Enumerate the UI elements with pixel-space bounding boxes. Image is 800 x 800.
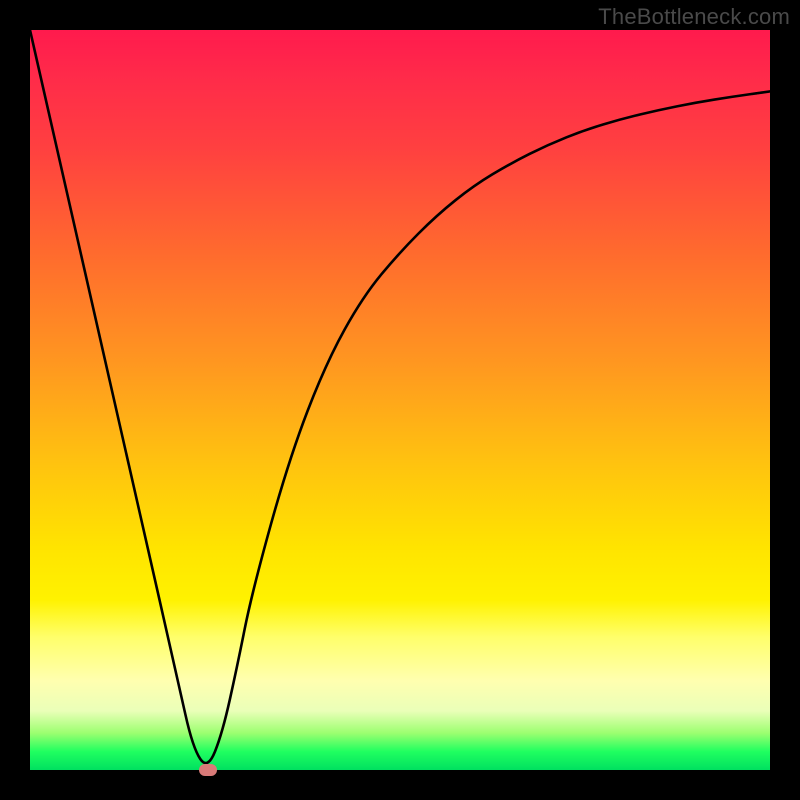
plot-area (30, 30, 770, 770)
chart-frame: TheBottleneck.com (0, 0, 800, 800)
attribution-text: TheBottleneck.com (598, 4, 790, 30)
optimal-point-marker (199, 764, 217, 776)
bottleneck-curve (30, 30, 770, 770)
